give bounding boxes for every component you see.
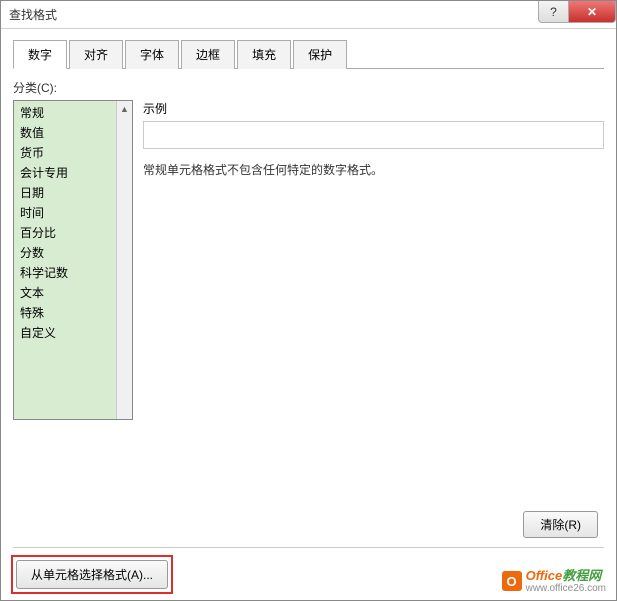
window-title: 查找格式 (9, 6, 57, 23)
sample-label: 示例 (143, 100, 604, 117)
list-item[interactable]: 时间 (16, 203, 114, 223)
list-item[interactable]: 特殊 (16, 303, 114, 323)
category-list: 常规 数值 货币 会计专用 日期 时间 百分比 分数 科学记数 文本 特殊 自定… (14, 101, 116, 419)
help-button[interactable]: ? (538, 1, 568, 23)
listbox-scrollbar[interactable]: ▲ (116, 101, 132, 419)
list-item[interactable]: 科学记数 (16, 263, 114, 283)
divider (13, 547, 604, 548)
list-item[interactable]: 货币 (16, 143, 114, 163)
watermark-text: Office教程网 www.office26.com (526, 569, 606, 594)
scroll-up-icon[interactable]: ▲ (117, 101, 132, 117)
tab-border[interactable]: 边框 (181, 40, 235, 69)
list-item[interactable]: 分数 (16, 243, 114, 263)
list-item[interactable]: 文本 (16, 283, 114, 303)
close-button[interactable]: ✕ (568, 1, 616, 23)
find-format-dialog: 查找格式 ? ✕ 数字 对齐 字体 边框 填充 保护 分类(C): 常规 数值 … (0, 0, 617, 601)
watermark-icon: O (502, 571, 522, 591)
right-panel: 示例 常规单元格格式不包含任何特定的数字格式。 (143, 100, 604, 420)
tab-font[interactable]: 字体 (125, 40, 179, 69)
tab-protection[interactable]: 保护 (293, 40, 347, 69)
sample-box (143, 121, 604, 149)
choose-from-cell-button[interactable]: 从单元格选择格式(A)... (16, 560, 168, 589)
list-item[interactable]: 日期 (16, 183, 114, 203)
tabbar: 数字 对齐 字体 边框 填充 保护 (13, 39, 604, 69)
title-buttons: ? ✕ (538, 1, 616, 23)
tab-alignment[interactable]: 对齐 (69, 40, 123, 69)
category-label: 分类(C): (13, 79, 604, 96)
category-listbox[interactable]: 常规 数值 货币 会计专用 日期 时间 百分比 分数 科学记数 文本 特殊 自定… (13, 100, 133, 420)
list-item[interactable]: 数值 (16, 123, 114, 143)
watermark: O Office教程网 www.office26.com (502, 569, 606, 594)
titlebar: 查找格式 ? ✕ (1, 1, 616, 29)
watermark-url: www.office26.com (526, 583, 606, 594)
format-description: 常规单元格格式不包含任何特定的数字格式。 (143, 161, 604, 178)
list-item[interactable]: 会计专用 (16, 163, 114, 183)
list-item[interactable]: 常规 (16, 103, 114, 123)
list-item[interactable]: 自定义 (16, 323, 114, 343)
body-area: 常规 数值 货币 会计专用 日期 时间 百分比 分数 科学记数 文本 特殊 自定… (13, 100, 604, 420)
watermark-brand: Office教程网 (526, 569, 606, 583)
highlight-box: 从单元格选择格式(A)... (11, 555, 173, 594)
content-area: 数字 对齐 字体 边框 填充 保护 分类(C): 常规 数值 货币 会计专用 日… (1, 29, 616, 600)
clear-button[interactable]: 清除(R) (523, 511, 598, 538)
tab-number[interactable]: 数字 (13, 40, 67, 69)
tab-fill[interactable]: 填充 (237, 40, 291, 69)
list-item[interactable]: 百分比 (16, 223, 114, 243)
